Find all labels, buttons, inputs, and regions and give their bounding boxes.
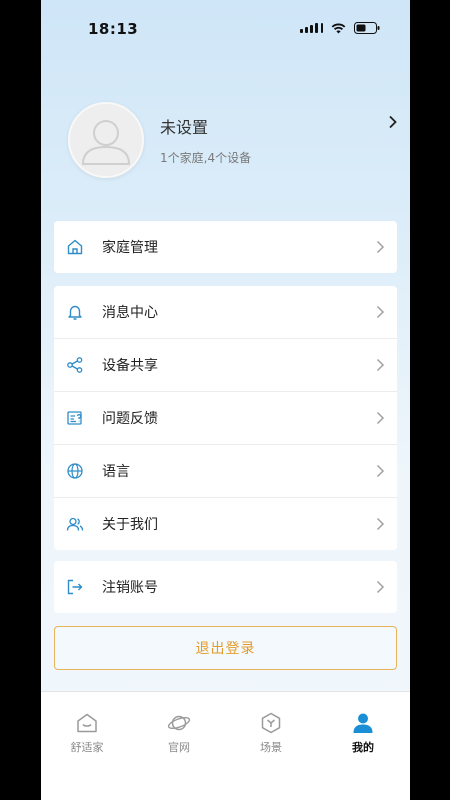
tab-label: 我的 bbox=[352, 741, 374, 754]
wifi-icon bbox=[331, 23, 346, 34]
battery-icon bbox=[354, 22, 380, 34]
tab-label: 场景 bbox=[260, 741, 282, 754]
feedback-icon bbox=[66, 409, 84, 427]
menu-item-feedback[interactable]: 问题反馈 bbox=[54, 391, 397, 444]
globe-icon bbox=[66, 462, 84, 480]
menu-item-family-management[interactable]: 家庭管理 bbox=[54, 221, 397, 273]
tab-website[interactable]: 官网 bbox=[144, 712, 214, 755]
menu-item-label: 消息中心 bbox=[102, 305, 158, 321]
menu-item-message-center[interactable]: 消息中心 bbox=[54, 286, 397, 338]
chevron-right-icon bbox=[376, 304, 385, 323]
home-icon bbox=[66, 238, 84, 256]
menu-item-delete-account[interactable]: 注销账号 bbox=[54, 561, 397, 613]
home-card: 家庭管理 bbox=[54, 221, 397, 273]
chevron-right-icon bbox=[388, 114, 398, 133]
chevron-right-icon bbox=[376, 516, 385, 535]
menu-item-device-share[interactable]: 设备共享 bbox=[54, 338, 397, 391]
chevron-right-icon bbox=[376, 357, 385, 376]
profile-header[interactable]: 未设置 1个家庭,4个设备 bbox=[41, 100, 410, 180]
status-bar: 18:13 bbox=[41, 0, 410, 58]
tab-home[interactable]: 舒适家 bbox=[52, 712, 122, 755]
menu-item-label: 注销账号 bbox=[102, 580, 158, 596]
profile-summary: 1个家庭,4个设备 bbox=[160, 151, 252, 165]
cellular-signal-icon bbox=[300, 23, 323, 33]
chevron-right-icon bbox=[376, 410, 385, 429]
menu-item-label: 问题反馈 bbox=[102, 411, 158, 427]
profile-name: 未设置 bbox=[160, 118, 209, 137]
status-icons bbox=[300, 22, 380, 34]
chevron-right-icon bbox=[376, 579, 385, 598]
avatar[interactable] bbox=[68, 102, 144, 178]
tab-mine[interactable]: 我的 bbox=[328, 712, 398, 755]
menu-item-label: 设备共享 bbox=[102, 358, 158, 374]
tab-label: 舒适家 bbox=[70, 741, 104, 754]
tab-bar: 舒适家 官网 场景 我的 bbox=[41, 691, 410, 800]
logout-arrow-icon bbox=[66, 578, 84, 596]
planet-icon bbox=[144, 712, 214, 734]
bell-icon bbox=[66, 303, 84, 321]
tab-label: 官网 bbox=[168, 741, 190, 754]
home-smile-icon bbox=[52, 712, 122, 734]
person-icon bbox=[328, 712, 398, 734]
main-menu-card: 消息中心 设备共享 问题反馈 语言 关于我们 bbox=[54, 286, 397, 550]
scene-icon bbox=[236, 712, 306, 734]
menu-item-about-us[interactable]: 关于我们 bbox=[54, 497, 397, 550]
logout-button[interactable]: 退出登录 bbox=[54, 626, 397, 670]
account-card: 注销账号 bbox=[54, 561, 397, 613]
chevron-right-icon bbox=[376, 463, 385, 482]
users-icon bbox=[66, 515, 84, 533]
status-time: 18:13 bbox=[88, 20, 139, 38]
menu-item-label: 家庭管理 bbox=[102, 240, 158, 256]
menu-item-label: 语言 bbox=[102, 464, 130, 480]
menu-item-language[interactable]: 语言 bbox=[54, 444, 397, 497]
share-icon bbox=[66, 356, 84, 374]
tab-scene[interactable]: 场景 bbox=[236, 712, 306, 755]
chevron-right-icon bbox=[376, 239, 385, 258]
phone-screen: 18:13 未设置 1个家庭,4个设备 家庭管理 消息中心 设备共享 问题反馈 … bbox=[41, 0, 410, 800]
menu-item-label: 关于我们 bbox=[102, 517, 158, 533]
